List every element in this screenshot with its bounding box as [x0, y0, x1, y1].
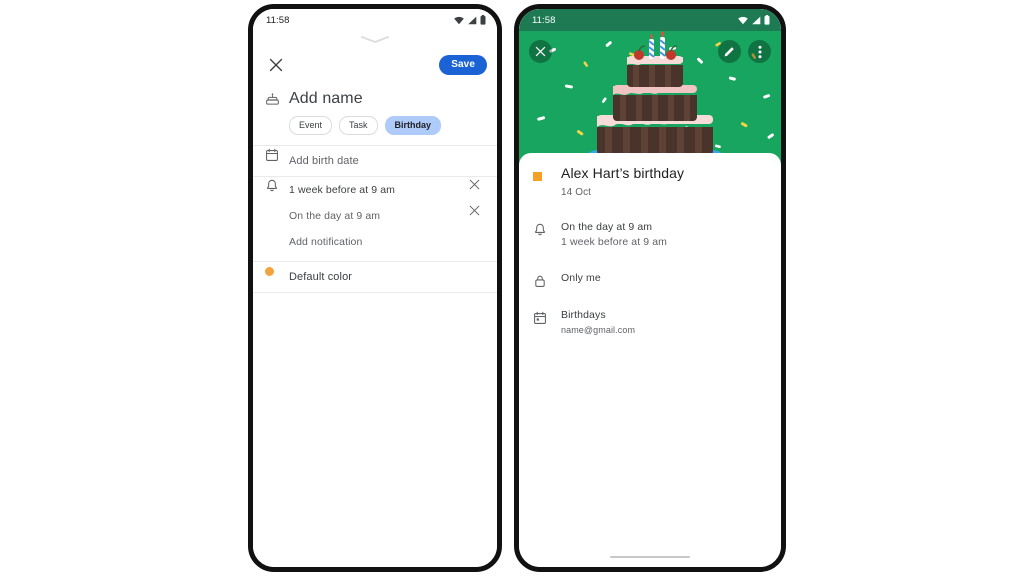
hero-right-actions	[718, 40, 771, 63]
calendar-icon	[533, 308, 561, 325]
more-options-button[interactable]	[748, 40, 771, 63]
chevron-down-icon	[361, 36, 389, 43]
close-icon	[269, 58, 283, 72]
add-notification-spacer	[265, 229, 289, 231]
name-field-row[interactable]: Add name	[253, 82, 497, 112]
lock-icon-glyph	[535, 275, 545, 287]
left-status-icons	[454, 15, 486, 25]
calendar-icon-glyph	[534, 311, 546, 324]
divider-4	[253, 292, 497, 293]
notification-1-body: 1 week before at 9 am	[289, 177, 463, 203]
birth-date-input[interactable]: Add birth date	[289, 146, 485, 176]
event-calendar-body: Birthdays name@gmail.com	[561, 308, 767, 337]
event-visibility-row: Only me	[519, 271, 781, 288]
chip-task[interactable]: Task	[339, 116, 378, 135]
sheet-top-bar: Save	[253, 48, 497, 82]
battery-icon	[480, 15, 486, 25]
type-chip-group: Event Task Birthday	[253, 112, 497, 145]
name-field-body: Add name	[289, 90, 485, 108]
notification-2-label: On the day at 9 am	[289, 210, 381, 222]
lock-icon	[533, 271, 561, 288]
sheet-drag-handle[interactable]	[253, 31, 497, 48]
notification-1-label: 1 week before at 9 am	[289, 184, 395, 196]
add-notification-trail	[463, 229, 485, 231]
notification-line-2: 1 week before at 9 am	[561, 236, 667, 249]
save-button[interactable]: Save	[439, 55, 487, 75]
event-visibility-body: Only me	[561, 271, 767, 287]
event-title-body: Alex Hart’s birthday 14 Oct	[561, 165, 767, 198]
wifi-icon	[738, 16, 748, 24]
notification-row-2[interactable]: On the day at 9 am	[253, 203, 497, 229]
color-row[interactable]: Default color	[253, 262, 497, 292]
color-dot-icon	[265, 262, 289, 276]
cake-icon	[265, 90, 289, 107]
gesture-bar	[610, 555, 690, 558]
notification-2-remove[interactable]	[463, 203, 485, 216]
notification-2-body: On the day at 9 am	[289, 203, 463, 229]
visibility-label: Only me	[561, 272, 601, 284]
event-notifications-body: On the day at 9 am 1 week before at 9 am	[561, 220, 767, 252]
right-status-icons	[738, 15, 770, 25]
add-notification-body: Add notification	[289, 229, 463, 255]
calendar-icon-glyph	[266, 148, 278, 161]
bell-icon	[265, 177, 289, 193]
close-icon	[469, 179, 479, 190]
birth-date-row[interactable]: Add birth date	[253, 146, 497, 176]
more-vert-icon	[758, 45, 761, 58]
default-color-label: Default color	[289, 271, 353, 283]
signal-icon	[752, 16, 761, 24]
birth-date-body: Add birth date	[289, 146, 485, 176]
battery-icon	[764, 15, 770, 25]
right-screen: 11:58 Alex Hart’s birthday 14 Oct On the…	[519, 9, 781, 567]
name-input[interactable]: Add name	[289, 90, 485, 108]
calendar-icon	[265, 146, 289, 162]
event-notifications-row: On the day at 9 am 1 week before at 9 am	[519, 220, 781, 252]
event-date: 14 Oct	[561, 186, 592, 198]
event-title-row: Alex Hart’s birthday 14 Oct	[519, 165, 781, 198]
color-row-body: Default color	[289, 262, 485, 292]
hero-action-bar	[519, 40, 781, 63]
bell-icon-glyph	[535, 223, 545, 235]
left-status-bar: 11:58	[253, 9, 497, 31]
default-color-swatch	[265, 267, 274, 276]
cake-icon-glyph	[266, 93, 279, 105]
notification-1-remove[interactable]	[463, 177, 485, 190]
close-button[interactable]	[265, 54, 287, 76]
chip-birthday[interactable]: Birthday	[384, 116, 442, 135]
close-icon	[469, 205, 479, 216]
bell-icon	[533, 220, 561, 237]
calendar-name: Birthdays	[561, 309, 606, 321]
add-notification-row[interactable]: Add notification	[253, 229, 497, 255]
phone-left: 11:58 Save Add name Event Task Birthday …	[248, 4, 502, 572]
event-calendar-row: Birthdays name@gmail.com	[519, 308, 781, 337]
notification-line-1: On the day at 9 am	[561, 220, 653, 233]
close-button[interactable]	[529, 40, 552, 63]
pencil-icon	[724, 47, 734, 57]
event-title: Alex Hart’s birthday	[561, 165, 685, 181]
screenshot-stage: 11:58 Save Add name Event Task Birthday …	[0, 0, 1024, 576]
edit-button[interactable]	[718, 40, 741, 63]
chip-event[interactable]: Event	[289, 116, 333, 135]
wifi-icon	[454, 16, 464, 24]
event-detail-card: Alex Hart’s birthday 14 Oct On the day a…	[519, 153, 781, 353]
add-notification-label[interactable]: Add notification	[289, 229, 463, 255]
left-status-time: 11:58	[266, 14, 290, 26]
phone-right: 11:58 Alex Hart’s birthday 14 Oct On the…	[514, 4, 786, 572]
bell-icon-glyph	[267, 179, 277, 192]
notification-2-spacer	[265, 203, 289, 205]
right-status-time: 11:58	[532, 14, 556, 26]
right-status-bar: 11:58	[519, 9, 781, 31]
color-square	[533, 172, 542, 181]
signal-icon	[468, 16, 477, 24]
left-screen: 11:58 Save Add name Event Task Birthday …	[253, 9, 497, 567]
calendar-account: name@gmail.com	[561, 324, 636, 335]
event-color-swatch	[533, 165, 561, 181]
close-icon	[535, 46, 546, 57]
notification-row-1[interactable]: 1 week before at 9 am	[253, 177, 497, 203]
birthday-hero-banner	[519, 31, 781, 165]
